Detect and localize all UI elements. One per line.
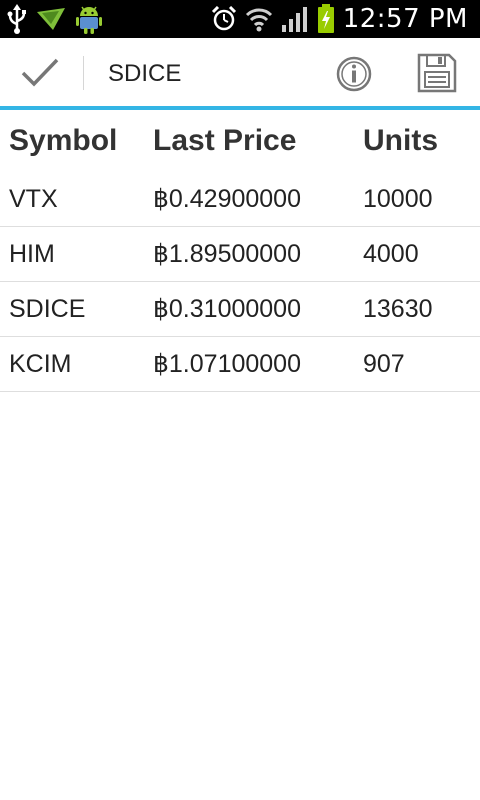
battery-charging-icon: [317, 4, 335, 34]
action-bar: SDICE: [0, 38, 480, 106]
save-icon[interactable]: [416, 52, 458, 94]
cell-units: 13630: [363, 295, 433, 323]
notification-icons: [6, 4, 104, 34]
checkmark-icon[interactable]: [20, 56, 60, 90]
cell-price: ฿0.42900000: [153, 185, 301, 213]
table-row[interactable]: VTX ฿0.42900000 10000: [0, 172, 480, 227]
cell-units: 907: [363, 350, 405, 378]
header-symbol: Symbol: [9, 124, 118, 157]
android-icon: [74, 3, 104, 35]
page-title: SDICE: [108, 60, 182, 87]
action-bar-divider: [83, 56, 84, 90]
cell-symbol: SDICE: [9, 295, 86, 323]
cell-price: ฿1.89500000: [153, 240, 301, 268]
table-header: Symbol Last Price Units: [0, 110, 480, 172]
table-row[interactable]: SDICE ฿0.31000000 13630: [0, 282, 480, 337]
wifi-icon: [245, 5, 273, 33]
status-bar: 12:57 PM: [0, 0, 480, 38]
holdings-table: Symbol Last Price Units VTX ฿0.42900000 …: [0, 110, 480, 392]
system-icons: 12:57 PM: [211, 3, 468, 35]
signal-icon: [281, 5, 309, 33]
cell-units: 10000: [363, 185, 433, 213]
cell-price: ฿1.07100000: [153, 350, 301, 378]
header-last-price: Last Price: [153, 124, 297, 157]
cell-symbol: VTX: [9, 185, 58, 213]
alarm-icon: [211, 6, 237, 32]
clock: 12:57 PM: [342, 4, 468, 34]
cell-price: ฿0.31000000: [153, 295, 301, 323]
usb-icon: [6, 4, 28, 34]
cell-symbol: KCIM: [9, 350, 72, 378]
cell-units: 4000: [363, 240, 419, 268]
table-row[interactable]: HIM ฿1.89500000 4000: [0, 227, 480, 282]
cell-symbol: HIM: [9, 240, 55, 268]
info-icon[interactable]: [334, 54, 374, 94]
table-row[interactable]: KCIM ฿1.07100000 907: [0, 337, 480, 392]
header-units: Units: [363, 124, 438, 157]
download-notification-icon: [36, 7, 66, 31]
